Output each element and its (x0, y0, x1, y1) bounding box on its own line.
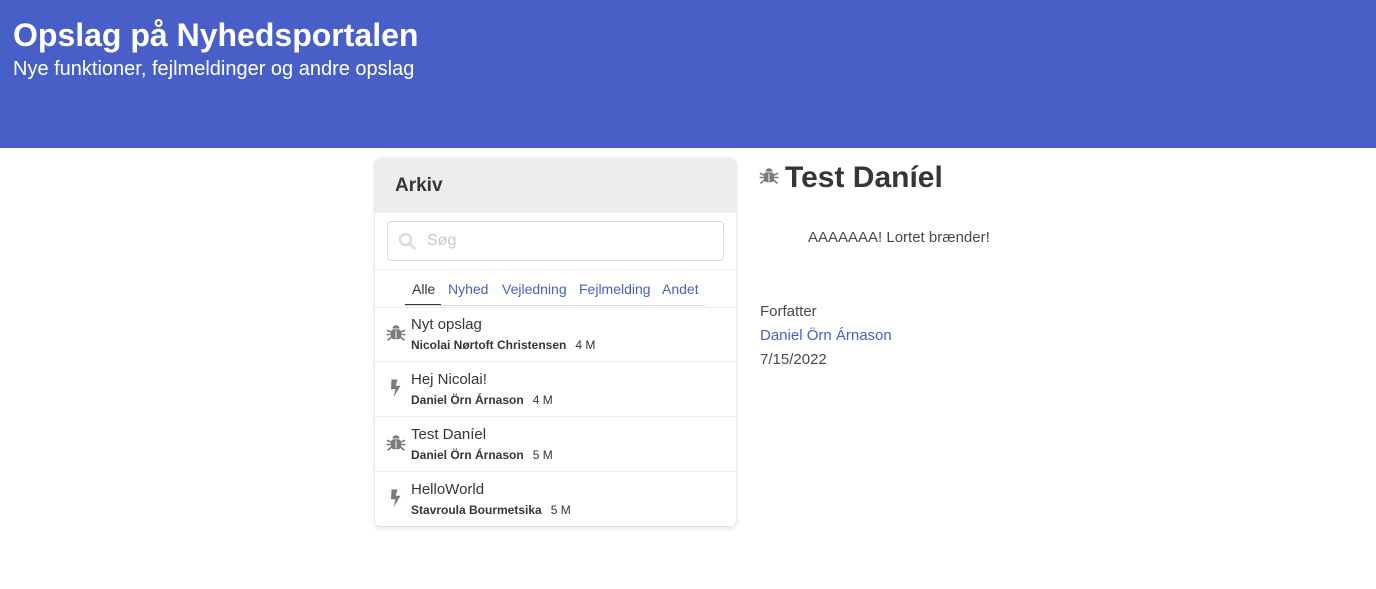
page-subtitle: Nye funktioner, fejlmeldinger og andre o… (13, 58, 415, 80)
post-author: Daniel Örn Árnason (411, 448, 524, 462)
post-date: 7/15/2022 (760, 351, 827, 368)
post-meta: Daniel Örn Árnason 5 M (411, 448, 553, 462)
search-box[interactable] (387, 221, 724, 261)
post-list-item[interactable]: HelloWorld Stavroula Bourmetsika 5 M (375, 471, 736, 526)
tab-alle[interactable]: Alle (412, 280, 435, 298)
bug-icon (759, 168, 779, 184)
tab-andet[interactable]: Andet (662, 280, 699, 298)
post-detail-title: Test Daníel (785, 161, 943, 194)
archive-panel-heading: Arkiv (375, 158, 736, 213)
author-link[interactable]: Daniel Örn Árnason (760, 327, 892, 345)
bug-icon (386, 325, 406, 341)
hero-banner: Opslag på Nyhedsportalen Nye funktioner,… (0, 0, 1376, 148)
post-author: Daniel Örn Árnason (411, 393, 524, 407)
post-title: Nyt opslag (411, 316, 482, 333)
post-list-item[interactable]: Test Daníel Daniel Örn Árnason 5 M (375, 416, 736, 472)
post-meta: Nicolai Nørtoft Christensen 4 M (411, 338, 595, 352)
post-detail-body: AAAAAAA! Lortet brænder! (808, 229, 990, 246)
post-list-item[interactable]: Nyt opslag Nicolai Nørtoft Christensen 4 … (375, 306, 736, 362)
post-age: 4 M (532, 393, 553, 407)
post-meta: Daniel Örn Árnason 4 M (411, 393, 553, 407)
post-age: 4 M (575, 338, 596, 352)
archive-heading: Arkiv (395, 175, 443, 196)
bolt-icon (391, 489, 401, 507)
page-title: Opslag på Nyhedsportalen (13, 17, 419, 53)
active-tab-indicator (405, 304, 441, 305)
search-icon (398, 232, 416, 250)
post-list-item[interactable]: Hej Nicolai! Daniel Örn Árnason 4 M (375, 361, 736, 417)
post-age: 5 M (532, 448, 553, 462)
post-author: Nicolai Nørtoft Christensen (411, 338, 567, 352)
tab-vejledning[interactable]: Vejledning (502, 280, 567, 298)
search-input[interactable] (427, 222, 717, 260)
tab-fejlmelding[interactable]: Fejlmelding (579, 280, 651, 298)
archive-panel: Arkiv Alle Nyhed Vejledning Fejlmelding … (375, 158, 736, 526)
post-title: Test Daníel (411, 426, 487, 443)
bug-icon (386, 435, 406, 451)
bolt-icon (391, 379, 401, 397)
post-title: Hej Nicolai! (411, 371, 487, 388)
author-label: Forfatter (760, 303, 817, 320)
post-author: Stavroula Bourmetsika (411, 503, 542, 517)
category-tabs: Alle Nyhed Vejledning Fejlmelding Andet (375, 269, 736, 308)
post-age: 5 M (550, 503, 571, 517)
post-meta: Stavroula Bourmetsika 5 M (411, 503, 571, 517)
post-title: HelloWorld (411, 481, 485, 498)
tab-nyhed[interactable]: Nyhed (448, 280, 488, 298)
